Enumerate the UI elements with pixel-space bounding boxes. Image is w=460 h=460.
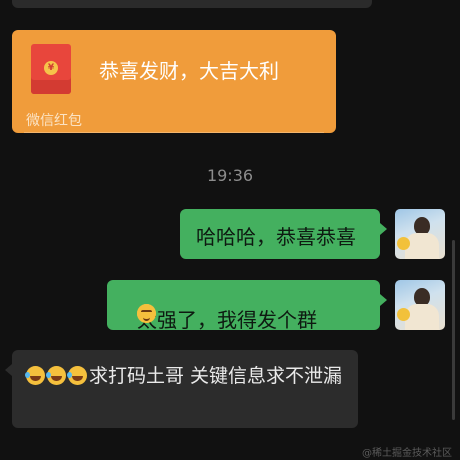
avatar[interactable]: [395, 209, 445, 259]
outgoing-message-bubble[interactable]: 哈哈哈，恭喜恭喜: [180, 209, 387, 259]
message-content: 求打码土哥 关键信息求不泄漏: [25, 364, 346, 389]
avatar-body: [405, 304, 439, 330]
outgoing-message-bubble[interactable]: 太强了，我得发个群: [107, 280, 387, 332]
previous-message-bubble[interactable]: [12, 0, 372, 8]
coin-icon: ¥: [44, 61, 58, 75]
message-text: 哈哈哈，恭喜恭喜: [196, 225, 356, 249]
red-envelope-icon: ¥: [31, 44, 71, 94]
avatar-badge: [397, 237, 410, 250]
red-packet-message-text: 恭喜发财，大吉大利: [99, 59, 279, 83]
laugh-cry-emoji-icon: [25, 366, 45, 385]
avatar-badge: [397, 308, 410, 321]
smug-emoji-icon: [137, 304, 156, 323]
incoming-message-bubble[interactable]: 求打码土哥 关键信息求不泄漏: [5, 350, 358, 428]
laugh-cry-emoji-icon: [46, 366, 66, 385]
laugh-cry-emoji-icon: [67, 366, 87, 385]
red-packet-footer-label: 微信红包: [26, 113, 82, 129]
scrollbar[interactable]: [452, 240, 455, 420]
watermark: @稀土掘金技术社区: [362, 448, 452, 459]
message-text: 求打码土哥 关键信息求不泄漏: [89, 365, 343, 387]
avatar[interactable]: [395, 280, 445, 330]
avatar-body: [405, 233, 439, 259]
message-timestamp: 19:36: [206, 166, 254, 185]
red-packet-body[interactable]: ¥ 恭喜发财，大吉大利: [12, 30, 336, 106]
message-text: 太强了，我得发个群: [137, 308, 317, 332]
red-packet-divider: [24, 132, 324, 133]
